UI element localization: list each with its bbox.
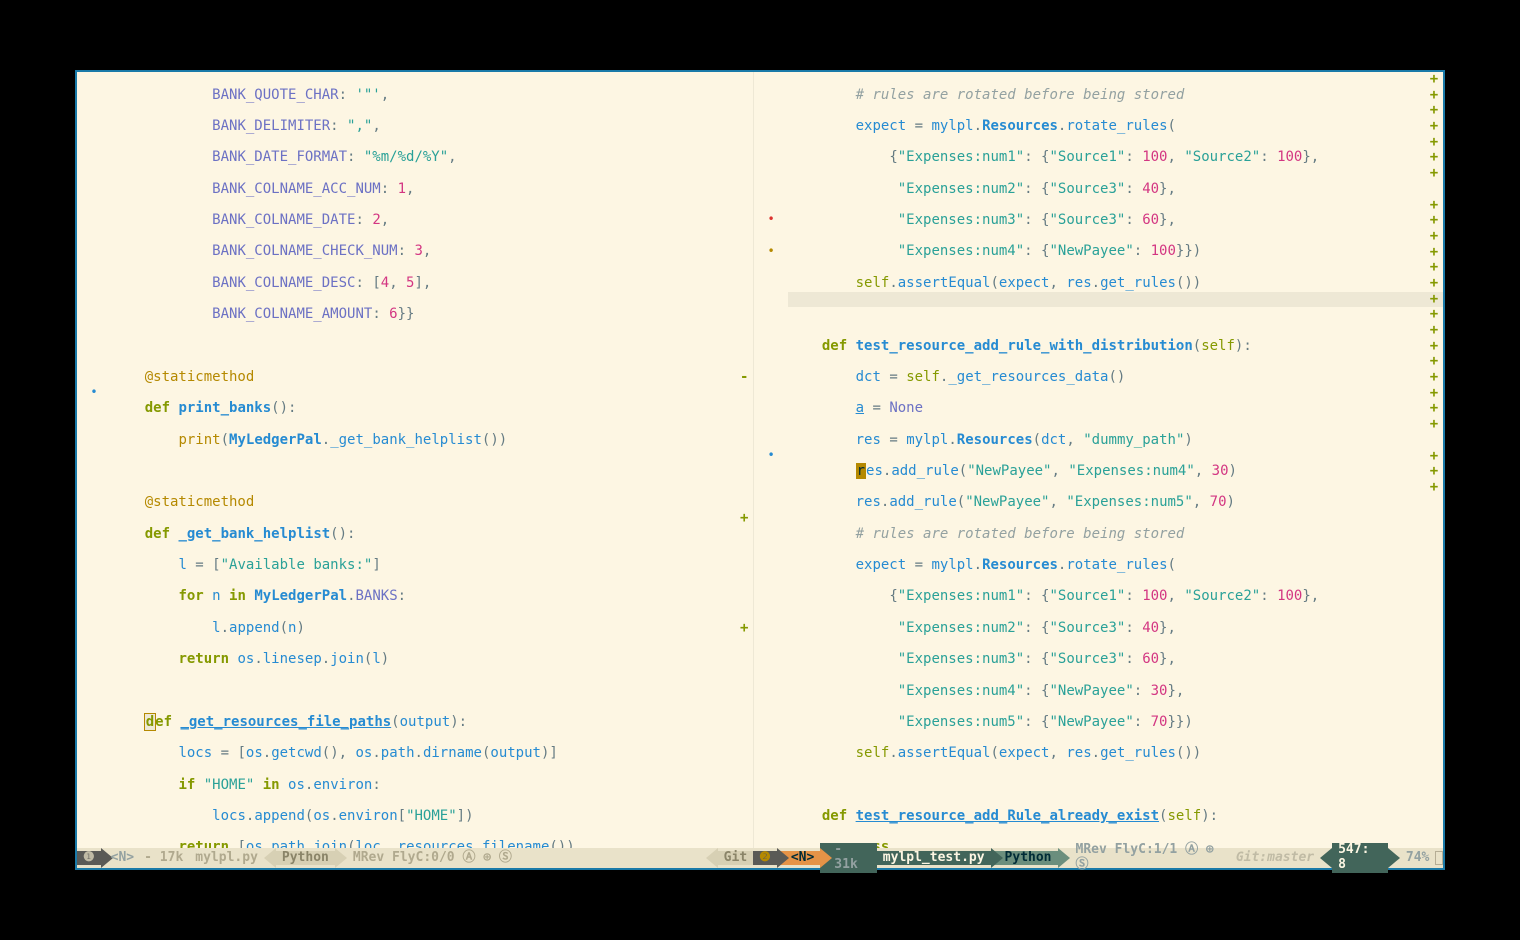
modeline: ❶ <N> - 17k mylpl.py Python MRev FlyC:0/… xyxy=(77,848,1443,868)
scroll-percent: 74% xyxy=(1400,851,1435,866)
right-window[interactable]: ••• # rules are rotated before being sto… xyxy=(753,72,1443,848)
cursor-position: 547: 8 xyxy=(1332,843,1388,872)
scroll-indicator xyxy=(1435,851,1443,865)
minor-modes: MRev FlyC:0/0 Ⓐ ⊕ Ⓢ xyxy=(347,851,518,866)
buffer-name: mylpl.py xyxy=(189,851,264,866)
vc-git: Git xyxy=(718,851,753,866)
major-mode: Python xyxy=(276,851,335,866)
right-code[interactable]: # rules are rotated before being stored … xyxy=(788,72,1425,848)
evil-state-normal: <N> xyxy=(107,851,138,866)
left-window[interactable]: • BANK_QUOTE_CHAR: '"', BANK_DELIMITER: … xyxy=(77,72,753,848)
window-number-2: ❷ xyxy=(753,851,777,866)
vc-branch: Git:master xyxy=(1230,851,1320,866)
modeline-left[interactable]: ❶ <N> - 17k mylpl.py Python MRev FlyC:0/… xyxy=(77,848,753,868)
emacs-frame: • BANK_QUOTE_CHAR: '"', BANK_DELIMITER: … xyxy=(75,70,1445,870)
buffer-size: - 17k xyxy=(138,851,189,866)
buffer-name-active: mylpl_test.py xyxy=(877,851,991,866)
right-fringe: +++++++++++++++++++++++++ xyxy=(1425,72,1443,848)
window-number-1: ❶ xyxy=(77,851,101,866)
minor-modes-active: MRev FlyC:1/1 Ⓐ ⊕ Ⓢ xyxy=(1070,843,1230,872)
split-panes: • BANK_QUOTE_CHAR: '"', BANK_DELIMITER: … xyxy=(77,72,1443,848)
left-code[interactable]: BANK_QUOTE_CHAR: '"', BANK_DELIMITER: ",… xyxy=(111,72,735,848)
left-fringe: -++ xyxy=(735,72,753,848)
right-gutter: ••• xyxy=(754,72,788,848)
left-gutter: • xyxy=(77,72,111,848)
modeline-right[interactable]: ❷ <N> - 31k mylpl_test.py Python MRev Fl… xyxy=(753,848,1443,868)
